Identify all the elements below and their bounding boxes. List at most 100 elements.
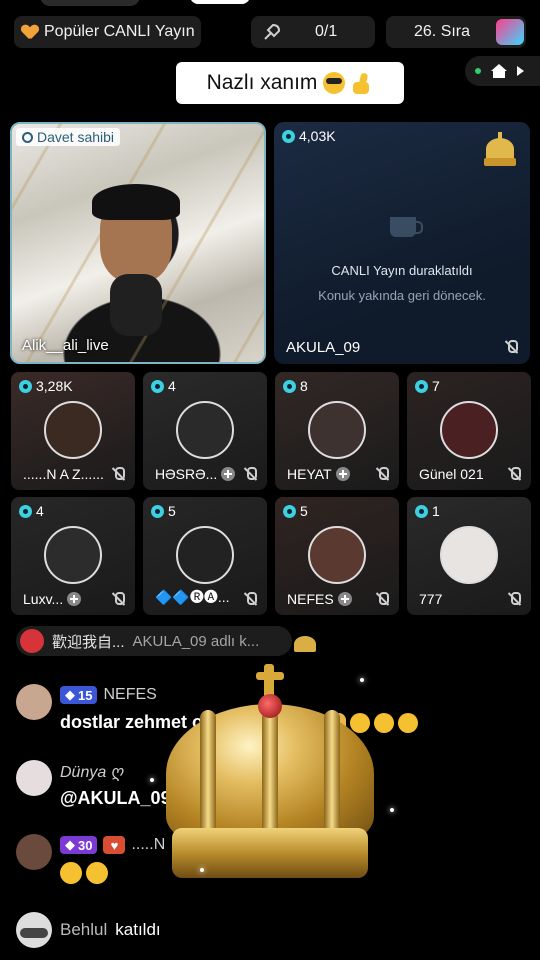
guest-avatar[interactable]: [440, 526, 498, 584]
viewer-count-value: 4: [168, 378, 176, 394]
follow-plus-icon[interactable]: [67, 592, 82, 606]
joiner-name[interactable]: Behlul: [60, 920, 107, 940]
guest-name: ......N A Z......: [23, 466, 104, 482]
viewer-count: 4: [151, 378, 176, 394]
guest-tile[interactable]: 4 HƏSRƏ...: [143, 372, 267, 490]
popular-label: Popüler CANLI Yayın: [44, 23, 195, 40]
room-title: Nazlı xanım: [176, 62, 404, 104]
guest-avatar[interactable]: [176, 401, 234, 459]
sparkle: [360, 678, 364, 682]
chat-text: @AKULA_09: [60, 788, 171, 808]
welcome-banner[interactable]: 歡迎我自... AKULA_09 adlı k...: [16, 626, 292, 656]
guest-name-row: NEFES: [287, 591, 352, 607]
paused-guest-tile[interactable]: 4,03K CANLI Yayın duraklatıldı Konuk yak…: [274, 122, 530, 364]
chat-avatar[interactable]: [16, 684, 52, 720]
chat-meta: ◆ 15 NEFES: [60, 686, 157, 704]
guest-avatar[interactable]: [308, 401, 366, 459]
emoji-row: [56, 859, 112, 888]
guest-tile[interactable]: 3,28K ......N A Z......: [11, 372, 135, 490]
sunglasses-emoji-icon: [323, 72, 346, 94]
guest-name-row: HEYAT: [287, 466, 350, 482]
viewer-eye-icon: [151, 504, 164, 518]
viewer-count: 4,03K: [282, 128, 336, 144]
mic-muted-icon: [375, 592, 389, 606]
follow-plus-icon[interactable]: [221, 467, 236, 481]
viewer-count: 1: [415, 503, 440, 519]
guest-avatar[interactable]: [176, 526, 234, 584]
guest-name: NEFES: [287, 591, 334, 607]
follow-plus-icon[interactable]: [335, 467, 350, 481]
welcome-avatar: [20, 629, 44, 653]
host-video-tile[interactable]: Davet sahibi Alik__ali_live: [10, 122, 266, 364]
wink-emoji-icon: [398, 713, 419, 734]
chat-username[interactable]: Dünya ღ: [60, 762, 123, 782]
room-title-text: Nazlı xanım: [206, 71, 318, 94]
crown-rib: [324, 710, 340, 840]
rofl-emoji-icon: [82, 859, 112, 888]
guest-name: Luxv...: [23, 591, 64, 607]
guest-tile[interactable]: 5 NEFES: [275, 497, 399, 615]
guest-name-row: 🔷🔷🅡🅐...: [155, 587, 230, 607]
mic-muted-icon: [507, 467, 521, 481]
guest-name: Günel 021: [419, 466, 484, 482]
popular-live-chip[interactable]: Popüler CANLI Yayın: [14, 16, 201, 48]
online-dot-icon: [475, 68, 481, 74]
level-badge: ◆ 15: [60, 686, 98, 704]
guest-avatar[interactable]: [44, 401, 102, 459]
room-controls[interactable]: [465, 56, 540, 86]
viewer-count: 5: [283, 503, 308, 519]
guest-tile[interactable]: 5 🔷🔷🅡🅐...: [143, 497, 267, 615]
crown-cross-bar: [256, 672, 284, 680]
guest-tile[interactable]: 4 Luxv...: [11, 497, 135, 615]
paused-subtitle: Konuk yakında geri dönecek.: [318, 288, 486, 303]
host-tag: Davet sahibi: [16, 128, 121, 146]
sparkle: [390, 808, 394, 812]
guest-name: 777: [419, 591, 443, 607]
viewer-eye-icon: [19, 379, 32, 393]
level-value: 30: [78, 837, 93, 853]
guest-name-row: Luxv...: [23, 591, 82, 607]
level-value: 15: [78, 687, 93, 703]
crown-gift-icon: [292, 628, 318, 654]
joiner-avatar[interactable]: [16, 912, 52, 948]
follow-plus-icon[interactable]: [337, 592, 352, 606]
viewer-eye-icon: [415, 379, 428, 393]
guest-avatar[interactable]: [308, 526, 366, 584]
viewer-eye-icon: [283, 504, 296, 518]
guest-name-row: ......N A Z......: [23, 466, 104, 482]
guest-name-row: Günel 021: [419, 466, 484, 482]
chat-meta: ◆ 30 ♥ .....N: [60, 836, 165, 854]
chat-avatar[interactable]: [16, 834, 52, 870]
rocket-icon: [264, 23, 281, 40]
chat-avatar[interactable]: [16, 760, 52, 796]
rank-chip[interactable]: 26. Sıra: [386, 16, 526, 48]
guest-counter-chip[interactable]: 0/1: [251, 16, 375, 48]
level-badge: ◆ 30: [60, 836, 98, 854]
guest-avatar[interactable]: [440, 401, 498, 459]
sparkle: [150, 778, 154, 782]
guest-avatar[interactable]: [44, 526, 102, 584]
host-tag-label: Davet sahibi: [37, 129, 115, 145]
rank-label: 26. Sıra: [414, 23, 471, 40]
coffee-cup-icon: [390, 217, 423, 237]
home-icon[interactable]: [491, 64, 507, 78]
chat-meta: Dünya ღ: [60, 762, 123, 782]
top-bar: Popüler CANLI Yayın 0/1 26. Sıra: [0, 16, 540, 50]
join-notice: Behlul katıldı: [16, 912, 161, 948]
top-pill-white: [190, 0, 250, 4]
viewer-eye-icon: [282, 129, 295, 143]
guest-tile[interactable]: 7 Günel 021: [407, 372, 531, 490]
crown-icon: [482, 132, 518, 168]
crown-ruby: [258, 694, 282, 718]
viewer-count: 8: [283, 378, 308, 394]
guest-tile[interactable]: 1 777: [407, 497, 531, 615]
host-headphones: [92, 184, 180, 220]
crown-rib: [200, 710, 216, 840]
guest-tile[interactable]: 8 HEYAT: [275, 372, 399, 490]
chat-text: [56, 859, 112, 888]
chat-username[interactable]: NEFES: [103, 686, 156, 704]
heart-badge-icon: ♥: [103, 836, 126, 854]
top-pill: [40, 0, 140, 6]
play-icon[interactable]: [517, 66, 524, 76]
guest-name: AKULA_09: [286, 339, 361, 356]
